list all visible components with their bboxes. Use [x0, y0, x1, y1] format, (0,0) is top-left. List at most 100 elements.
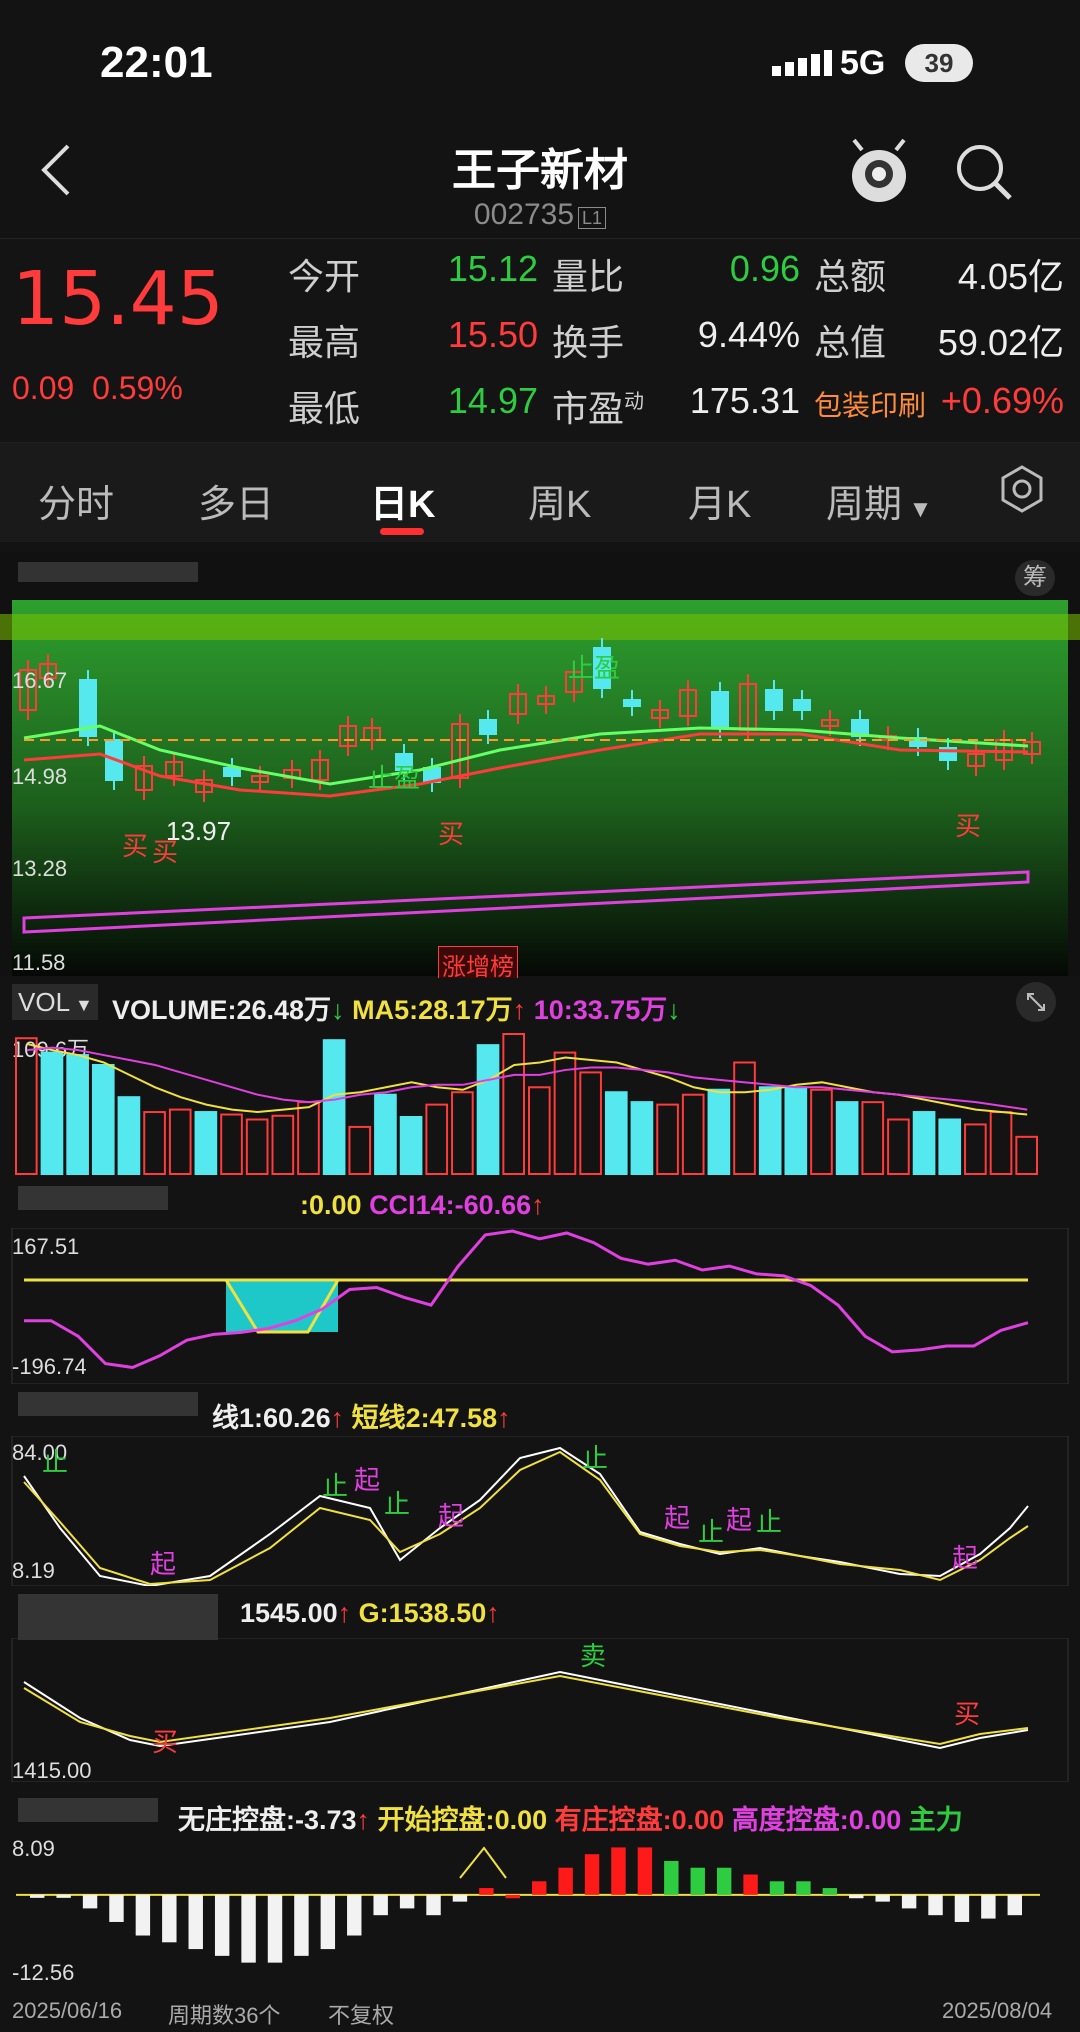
signal-take-profit-2: 止盈 [368, 763, 421, 793]
control-bar [452, 1894, 468, 1902]
signal-rise-5: 起 [726, 1505, 753, 1535]
label-pe: 市盈动 [552, 388, 645, 429]
volume-bar [784, 1086, 808, 1175]
settings-icon[interactable] [998, 465, 1046, 523]
value-turnover-rate: 9.44% [697, 314, 800, 355]
signal-buy-g2: 买 [954, 1699, 981, 1729]
control-bar [241, 1894, 256, 1963]
control-bar [399, 1894, 415, 1909]
period-count: 周期数36个 [168, 2003, 281, 2028]
signal-rise-4: 起 [664, 1503, 691, 1533]
short-line-legend: 线1:60.26↑ 短线2:47.58↑ [212, 1403, 511, 1433]
network-type: 5G [840, 44, 886, 82]
volume-bar [40, 1051, 64, 1176]
control-bar [822, 1888, 838, 1895]
volume-bar [1015, 1135, 1038, 1175]
adjust-mode[interactable]: 不复权 [328, 1998, 394, 2030]
value-industry-change: +0.69% [940, 380, 1064, 421]
control-bar [56, 1894, 71, 1898]
control-bar [109, 1894, 124, 1922]
cci-panel: :0.00 CCI14:-60.66↑ 167.51 -196.74 [0, 1180, 1080, 1384]
signal-buy-1: 买 [122, 831, 149, 861]
search-icon[interactable] [952, 140, 1016, 209]
control-bar [954, 1894, 970, 1922]
control-svg [16, 1846, 1040, 1963]
control-bar [82, 1894, 98, 1909]
dropdown-icon: ▼ [902, 496, 933, 523]
volume-bar [15, 1037, 38, 1176]
candle [765, 689, 783, 711]
level-badge: L1 [578, 207, 607, 229]
volume-bar [938, 1118, 962, 1175]
volume-bar [348, 1125, 372, 1176]
control-legend: 无庄控盘:-3.73↑ 开始控盘:0.00 有庄控盘:0.00 高度控盘:0.0… [178, 1805, 963, 1835]
value-high: 15.50 [447, 314, 538, 355]
kline-y-bottom: 11.58 [12, 950, 66, 975]
volume-svg [15, 1033, 1038, 1176]
chip-button[interactable]: 筹 [1015, 560, 1055, 596]
blurred-legend [18, 1392, 198, 1416]
kline-svg [0, 600, 1080, 976]
end-date: 2025/08/04 [942, 1998, 1053, 2023]
value-market-cap: 59.02亿 [937, 322, 1064, 363]
tab-weekly-k[interactable]: 周K [528, 473, 591, 528]
candle [223, 767, 241, 777]
tab-monthly-k[interactable]: 月K [688, 473, 751, 528]
candle [623, 699, 641, 707]
signal-buy-g1: 买 [152, 1727, 179, 1757]
tab-daily-k[interactable]: 日K [370, 473, 435, 528]
volume-bar [245, 1118, 269, 1175]
volume-bar [861, 1101, 885, 1175]
industry-link[interactable]: 包装印刷 [814, 384, 926, 424]
tab-intraday[interactable]: 分时 [38, 473, 114, 528]
volume-bar [425, 1103, 449, 1175]
volume-bar [451, 1091, 474, 1175]
expand-icon[interactable] [1016, 982, 1056, 1022]
signal-stop-1: 止 [42, 1447, 69, 1477]
volume-ma5-line [26, 1042, 1028, 1116]
kline-chart[interactable]: 筹 16.67 14.98 13.28 11.58 13.97 止盈 止盈 买 … [0, 552, 1080, 983]
indicator-selector[interactable]: VOL ▼ [12, 984, 98, 1020]
current-price: 15.45 [12, 256, 224, 342]
volume-bar [681, 1093, 705, 1176]
signal-buy-2: 买 [152, 837, 179, 867]
g-line-y-bottom: 1415.00 [12, 1758, 92, 1783]
control-bar [849, 1894, 864, 1899]
blurred-legend [18, 1186, 168, 1210]
g-line-panel: 1545.00↑ G:1538.50↑ 1415.00 买 卖 买 [0, 1588, 1080, 1783]
volume-bar [399, 1116, 423, 1175]
mascot-icon[interactable] [848, 136, 910, 211]
volume-bar [912, 1111, 936, 1176]
control-bar [347, 1894, 362, 1936]
control-bar [320, 1894, 336, 1950]
volume-bar [579, 1071, 602, 1175]
control-panel: 无庄控盘:-3.73↑ 开始控盘:0.00 有庄控盘:0.00 高度控盘:0.0… [0, 1784, 1080, 1988]
signal-buy-4: 买 [955, 811, 982, 841]
label-volume-ratio: 量比 [552, 256, 625, 297]
value-volume-ratio: 0.96 [729, 248, 800, 289]
volume-bar [630, 1101, 654, 1175]
control-bar [875, 1894, 890, 1902]
control-bar [637, 1847, 653, 1895]
g-line-svg [11, 1638, 1069, 1782]
short-line-panel: 线1:60.26↑ 短线2:47.58↑ 84.00 8.19 止 起 止 起 … [0, 1386, 1080, 1586]
label-turnover-amount: 总额 [814, 256, 887, 297]
value-pe: 175.31 [689, 380, 800, 421]
control-bar [426, 1894, 441, 1916]
control-bar [584, 1854, 600, 1895]
active-tab-indicator [380, 528, 424, 535]
cci-line [24, 1229, 1029, 1370]
volume-ma10-line [26, 1046, 1028, 1111]
blurred-legend [18, 1798, 158, 1822]
signal-rise-1: 起 [150, 1549, 177, 1579]
signal-rise-3: 起 [438, 1501, 465, 1531]
label-market-cap: 总值 [814, 322, 887, 363]
control-bar [188, 1894, 203, 1950]
blurred-legend [18, 1594, 218, 1640]
tab-period[interactable]: 周期 ▼ [826, 473, 932, 528]
signal-buy-3: 买 [438, 819, 465, 849]
tab-multi-day[interactable]: 多日 [198, 473, 274, 528]
control-bar [690, 1867, 705, 1895]
signal-sell-g: 卖 [580, 1641, 607, 1671]
control-bar [294, 1894, 309, 1956]
